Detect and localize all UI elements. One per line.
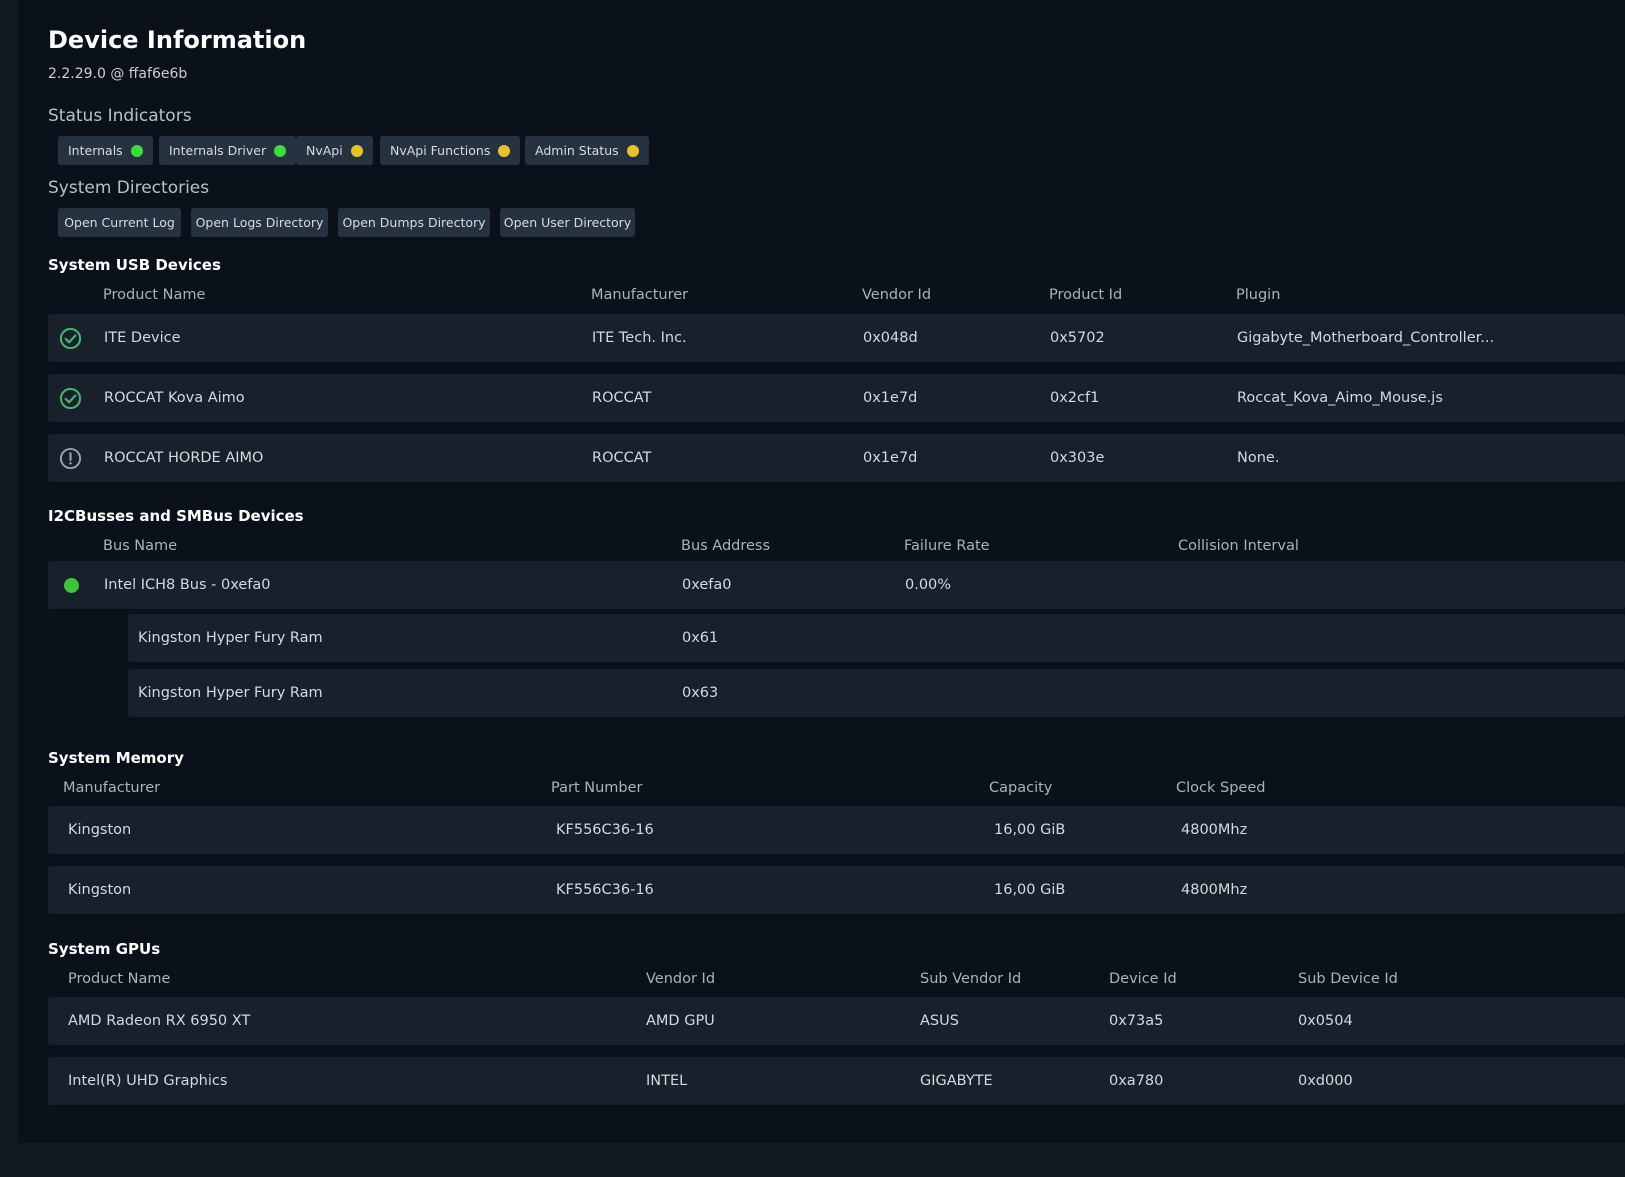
bus-address: 0xefa0	[682, 577, 732, 593]
column-header: Vendor Id	[862, 287, 932, 303]
memory-capacity: 16,00 GiB	[994, 822, 1066, 838]
gpu-device-id: 0xa780	[1109, 1073, 1164, 1089]
column-header: Manufacturer	[591, 287, 689, 303]
usb-plugin: None.	[1237, 450, 1280, 466]
column-header: Plugin	[1236, 287, 1281, 303]
i2c-device-name: Kingston Hyper Fury Ram	[138, 630, 323, 646]
check-circle-icon	[59, 387, 82, 410]
usb-vendor-id: 0x1e7d	[863, 390, 918, 406]
memory-row[interactable]: Kingston KF556C36-16 16,00 GiB 4800Mhz	[48, 866, 1625, 914]
gpu-sub-vendor-id: ASUS	[920, 1013, 959, 1029]
status-dot-icon	[130, 144, 143, 157]
gpu-row[interactable]: Intel(R) UHD Graphics INTEL GIGABYTE 0xa…	[48, 1057, 1625, 1105]
usb-product-name: ROCCAT Kova Aimo	[104, 390, 245, 406]
open-dumps-directory-button[interactable]: Open Dumps Directory	[338, 208, 490, 237]
i2c-device-row[interactable]: Kingston Hyper Fury Ram 0x61	[128, 614, 1625, 662]
open-current-log-button[interactable]: Open Current Log	[58, 208, 181, 237]
i2c-device-address: 0x61	[682, 630, 719, 646]
status-chip-label: Internals Driver	[169, 143, 267, 158]
usb-device-row[interactable]: ROCCAT HORDE AIMO ROCCAT 0x1e7d 0x303e N…	[48, 434, 1625, 482]
status-chip-nvapi-functions: NvApi Functions	[380, 136, 521, 165]
bus-status-dot-icon	[64, 578, 79, 593]
memory-manufacturer: Kingston	[68, 882, 132, 898]
system-gpus-heading: System GPUs	[48, 940, 161, 958]
gpu-device-id: 0x73a5	[1109, 1013, 1164, 1029]
memory-capacity: 16,00 GiB	[994, 882, 1066, 898]
system-directories-heading: System Directories	[48, 178, 210, 198]
column-header: Manufacturer	[63, 780, 161, 796]
open-user-directory-button[interactable]: Open User Directory	[500, 208, 635, 237]
gpu-vendor-id: AMD GPU	[646, 1013, 715, 1029]
memory-part-number: KF556C36-16	[556, 882, 654, 898]
i2c-device-name: Kingston Hyper Fury Ram	[138, 685, 323, 701]
i2c-device-row[interactable]: Kingston Hyper Fury Ram 0x63	[128, 669, 1625, 717]
usb-product-id: 0x303e	[1050, 450, 1105, 466]
status-dot-icon	[626, 144, 639, 157]
column-header: Failure Rate	[904, 538, 990, 554]
status-chip-admin-status: Admin Status	[525, 136, 649, 165]
status-chip-nvapi: NvApi	[296, 136, 373, 165]
usb-device-row[interactable]: ITE Device ITE Tech. Inc. 0x048d 0x5702 …	[48, 314, 1625, 362]
status-dot-icon	[350, 144, 363, 157]
status-dot-icon	[498, 144, 511, 157]
usb-devices-heading: System USB Devices	[48, 256, 221, 274]
gpu-sub-device-id: 0xd000	[1298, 1073, 1353, 1089]
column-header: Sub Vendor Id	[920, 971, 1022, 987]
column-header: Bus Address	[681, 538, 771, 554]
column-header: Product Id	[1049, 287, 1123, 303]
usb-vendor-id: 0x1e7d	[863, 450, 918, 466]
status-indicators-heading: Status Indicators	[48, 106, 192, 126]
status-chip-label: Admin Status	[535, 143, 619, 158]
bus-failure-rate: 0.00%	[905, 577, 952, 593]
status-dot-icon	[274, 144, 287, 157]
gpu-product-name: AMD Radeon RX 6950 XT	[68, 1013, 251, 1029]
usb-plugin: Roccat_Kova_Aimo_Mouse.js	[1237, 390, 1443, 406]
open-logs-directory-button[interactable]: Open Logs Directory	[191, 208, 328, 237]
warning-circle-icon	[59, 447, 82, 470]
column-header: Product Name	[68, 971, 171, 987]
column-header: Sub Device Id	[1298, 971, 1398, 987]
gpu-sub-vendor-id: GIGABYTE	[920, 1073, 993, 1089]
column-header: Collision Interval	[1178, 538, 1299, 554]
usb-manufacturer: ITE Tech. Inc.	[592, 330, 687, 346]
page-title: Device Information	[48, 26, 307, 54]
status-chip-internals-driver: Internals Driver	[159, 136, 297, 165]
i2c-heading: I2CBusses and SMBus Devices	[48, 507, 304, 525]
status-chip-label: Internals	[68, 143, 123, 158]
usb-product-id: 0x2cf1	[1050, 390, 1100, 406]
column-header: Capacity	[989, 780, 1053, 796]
gpu-product-name: Intel(R) UHD Graphics	[68, 1073, 228, 1089]
memory-clock-speed: 4800Mhz	[1181, 882, 1248, 898]
usb-plugin: Gigabyte_Motherboard_Controller...	[1237, 330, 1495, 346]
column-header: Device Id	[1109, 971, 1177, 987]
usb-manufacturer: ROCCAT	[592, 390, 652, 406]
i2c-bus-row[interactable]: Intel ICH8 Bus - 0xefa0 0xefa0 0.00%	[48, 561, 1625, 609]
usb-vendor-id: 0x048d	[863, 330, 918, 346]
usb-product-name: ROCCAT HORDE AIMO	[104, 450, 264, 466]
gpu-vendor-id: INTEL	[646, 1073, 688, 1089]
status-chip-internals: Internals	[58, 136, 153, 165]
memory-row[interactable]: Kingston KF556C36-16 16,00 GiB 4800Mhz	[48, 806, 1625, 854]
usb-product-id: 0x5702	[1050, 330, 1105, 346]
check-circle-icon	[59, 327, 82, 350]
column-header: Part Number	[551, 780, 643, 796]
usb-product-name: ITE Device	[104, 330, 181, 346]
i2c-device-address: 0x63	[682, 685, 719, 701]
column-header: Vendor Id	[646, 971, 716, 987]
gpu-sub-device-id: 0x0504	[1298, 1013, 1353, 1029]
usb-device-row[interactable]: ROCCAT Kova Aimo ROCCAT 0x1e7d 0x2cf1 Ro…	[48, 374, 1625, 422]
bus-name: Intel ICH8 Bus - 0xefa0	[104, 577, 271, 593]
gpu-row[interactable]: AMD Radeon RX 6950 XT AMD GPU ASUS 0x73a…	[48, 997, 1625, 1045]
memory-manufacturer: Kingston	[68, 822, 132, 838]
system-memory-heading: System Memory	[48, 749, 184, 767]
status-chip-label: NvApi	[306, 143, 343, 158]
usb-manufacturer: ROCCAT	[592, 450, 652, 466]
memory-part-number: KF556C36-16	[556, 822, 654, 838]
column-header: Clock Speed	[1176, 780, 1266, 796]
column-header: Bus Name	[103, 538, 178, 554]
status-chip-label: NvApi Functions	[390, 143, 491, 158]
column-header: Product Name	[103, 287, 206, 303]
version-label: 2.2.29.0 @ ffaf6e6b	[48, 66, 188, 82]
memory-clock-speed: 4800Mhz	[1181, 822, 1248, 838]
